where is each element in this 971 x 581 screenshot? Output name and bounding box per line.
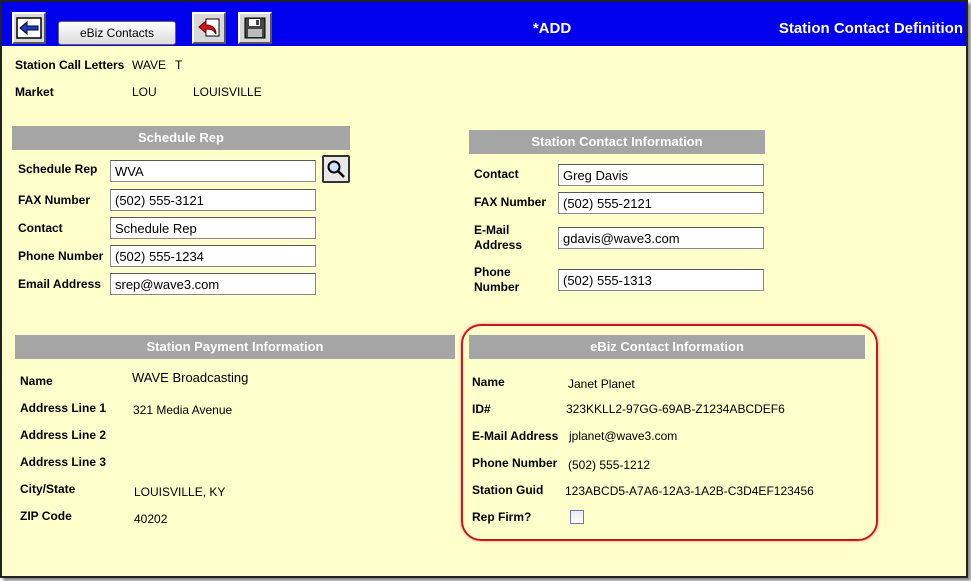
contact-phone-label-2: Number: [474, 280, 520, 294]
zip-value: 40202: [134, 512, 168, 526]
address1-label: Address Line 1: [20, 401, 107, 415]
call-letters-label: Station Call Letters: [15, 58, 125, 72]
ebiz-contacts-button[interactable]: eBiz Contacts: [58, 21, 176, 45]
schedule-rep-label: Schedule Rep: [18, 162, 98, 176]
ebiz-guid-label: Station Guid: [472, 483, 544, 497]
save-icon: [244, 17, 266, 39]
ebiz-header: eBiz Contact Information: [469, 335, 865, 359]
page-title: Station Contact Definition: [778, 20, 963, 37]
ebiz-email-value: jplanet@wave3.com: [569, 429, 678, 443]
city-state-label: City/State: [20, 482, 76, 496]
contact-email-input[interactable]: [558, 227, 764, 249]
market-code: LOU: [132, 85, 157, 99]
rep-phone-label: Phone Number: [18, 249, 104, 263]
payment-name-label: Name: [20, 374, 53, 388]
undo-button[interactable]: [192, 12, 226, 44]
schedule-rep-input[interactable]: [110, 160, 316, 182]
payment-header: Station Payment Information: [15, 335, 455, 359]
ebiz-name-value: Janet Planet: [568, 377, 635, 391]
address2-label: Address Line 2: [20, 428, 107, 442]
contact-phone-input[interactable]: [558, 269, 764, 291]
back-arrow-icon: [16, 17, 42, 39]
contact-phone-label-1: Phone: [474, 265, 511, 279]
address1-value: 321 Media Avenue: [133, 403, 233, 417]
schedule-rep-header: Schedule Rep: [12, 126, 350, 150]
ebiz-email-label: E-Mail Address: [472, 429, 559, 443]
back-button[interactable]: [12, 12, 46, 44]
contact-email-label-1: E-Mail: [474, 223, 510, 237]
rep-email-input[interactable]: [110, 273, 316, 295]
lookup-button[interactable]: [322, 155, 350, 183]
city-state-value: LOUISVILLE, KY: [134, 485, 226, 499]
payment-name-value: WAVE Broadcasting: [132, 370, 249, 385]
rep-firm-checkbox[interactable]: [570, 510, 584, 524]
contact-email-label-2: Address: [474, 238, 523, 252]
ebiz-id-value: 323KKLL2-97GG-69AB-Z1234ABCDEF6: [566, 402, 785, 416]
rep-contact-input[interactable]: [110, 217, 316, 239]
contact-fax-input[interactable]: [558, 192, 764, 214]
save-button[interactable]: [238, 12, 272, 44]
rep-fax-input[interactable]: [110, 189, 316, 211]
ebiz-phone-value: (502) 555-1212: [568, 458, 651, 472]
contact-input[interactable]: [558, 164, 764, 186]
app-window: eBiz Contacts *ADD Station Contact Defin…: [0, 0, 968, 578]
ebiz-guid-value: 123ABCD5-A7A6-12A3-1A2B-C3D4EF123456: [565, 484, 814, 498]
call-letters-suffix: T: [175, 58, 183, 72]
undo-icon: [198, 18, 220, 37]
search-icon: [327, 160, 345, 178]
toolbar: eBiz Contacts *ADD Station Contact Defin…: [2, 2, 966, 46]
call-letters-value: WAVE: [132, 58, 167, 72]
contact-fax-label: FAX Number: [474, 195, 547, 209]
rep-phone-input[interactable]: [110, 245, 316, 267]
rep-fax-label: FAX Number: [18, 193, 91, 207]
ebiz-phone-label: Phone Number: [472, 456, 558, 470]
station-contact-header: Station Contact Information: [469, 130, 765, 154]
rep-firm-label: Rep Firm?: [472, 510, 532, 524]
mode-indicator: *ADD: [532, 20, 572, 37]
rep-email-label: Email Address: [18, 277, 101, 291]
ebiz-id-label: ID#: [472, 402, 491, 416]
market-label: Market: [15, 85, 54, 99]
market-name: LOUISVILLE: [193, 85, 262, 99]
rep-contact-label: Contact: [18, 221, 63, 235]
contact-label: Contact: [474, 167, 519, 181]
address3-label: Address Line 3: [20, 455, 107, 469]
zip-label: ZIP Code: [20, 509, 72, 523]
ebiz-name-label: Name: [472, 375, 505, 389]
